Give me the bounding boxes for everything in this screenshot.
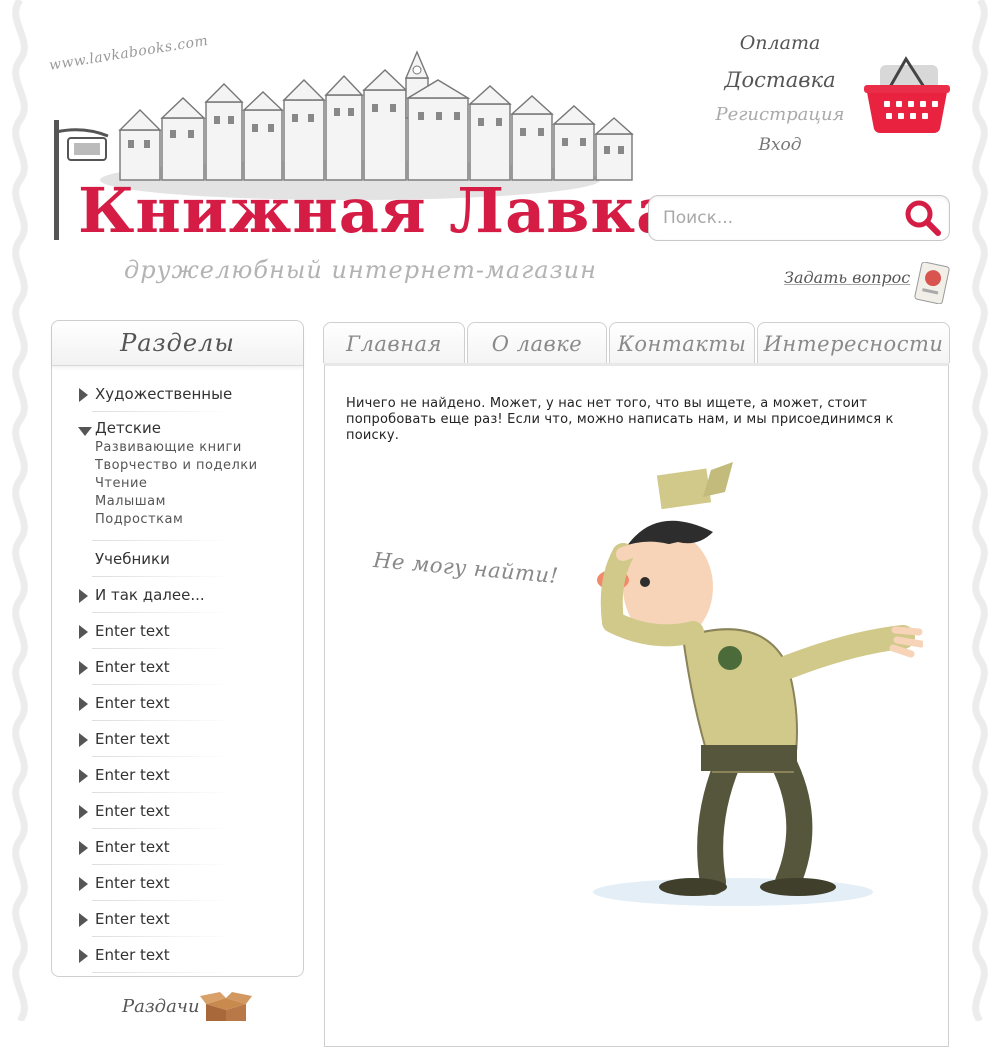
menu-item-label: Enter text <box>95 622 170 640</box>
payment-link[interactable]: Оплата <box>700 32 860 54</box>
submenu-item[interactable]: Творчество и поделки <box>95 457 303 475</box>
menu-item-etc[interactable]: И так далее... <box>52 577 303 613</box>
tab-interesting[interactable]: Интересности <box>757 322 950 363</box>
arrow-right-icon <box>79 661 88 675</box>
question-card-icon[interactable] <box>912 262 952 304</box>
arrow-right-icon <box>79 805 88 819</box>
menu-item[interactable]: Enter text <box>52 685 303 721</box>
right-border-ornament <box>972 0 988 1021</box>
not-found-message: Ничего не найдено. Может, у нас нет того… <box>346 396 894 443</box>
site-tagline: дружелюбный интернет-магазин <box>124 256 597 284</box>
menu-item[interactable]: Enter text <box>52 613 303 649</box>
children-submenu: Развивающие книги Творчество и поделки Ч… <box>95 439 303 529</box>
sidebar-header: Разделы <box>52 321 303 366</box>
menu-item[interactable]: Enter text <box>52 793 303 829</box>
sections-sidebar: Разделы Художественные Детские Развивающ… <box>51 320 304 977</box>
site-logo[interactable]: Книжная Лавка <box>78 176 677 246</box>
left-border-ornament <box>12 0 28 1021</box>
submenu-item[interactable]: Подросткам <box>95 511 303 529</box>
main-tabs: Главная О лавке Контакты Интересности <box>323 322 950 364</box>
search-box <box>648 195 950 241</box>
search-icon[interactable] <box>903 199 943 237</box>
menu-item-label: Enter text <box>95 766 170 784</box>
basket-icon[interactable] <box>862 55 952 135</box>
menu-item-label: Учебники <box>95 550 170 568</box>
menu-item-fiction[interactable]: Художественные <box>52 376 303 412</box>
menu-item-label: Enter text <box>95 694 170 712</box>
arrow-right-icon <box>79 388 88 402</box>
menu-item[interactable]: Enter text <box>52 901 303 937</box>
arrow-right-icon <box>79 877 88 891</box>
ask-question-link[interactable]: Задать вопрос <box>784 268 910 287</box>
menu-item[interactable]: Enter text <box>52 829 303 865</box>
arrow-right-icon <box>79 697 88 711</box>
menu-item-label: Enter text <box>95 802 170 820</box>
menu-item-label: Enter text <box>95 874 170 892</box>
menu-item[interactable]: Enter text <box>52 937 303 973</box>
menu-item-label: Enter text <box>95 730 170 748</box>
tab-contacts[interactable]: Контакты <box>609 322 755 363</box>
submenu-item[interactable]: Чтение <box>95 475 303 493</box>
menu-item-label: Детские <box>95 419 161 437</box>
box-icon[interactable] <box>198 992 252 1021</box>
tab-about[interactable]: О лавке <box>467 322 607 363</box>
menu-item-label: Enter text <box>95 838 170 856</box>
menu-item[interactable]: Enter text <box>52 721 303 757</box>
searching-guard-illustration <box>593 462 923 906</box>
search-input[interactable] <box>661 204 895 232</box>
tab-home[interactable]: Главная <box>323 322 465 363</box>
handouts-link[interactable]: Раздачи <box>122 996 200 1017</box>
arrow-down-icon <box>78 427 92 436</box>
submenu-item[interactable]: Развивающие книги <box>95 439 303 457</box>
menu-item[interactable]: Enter text <box>52 757 303 793</box>
menu-item-textbooks[interactable]: Учебники <box>52 541 303 577</box>
sections-menu: Художественные Детские Развивающие книги… <box>52 376 303 973</box>
menu-item[interactable]: Enter text <box>52 649 303 685</box>
main-content: Ничего не найдено. Может, у нас нет того… <box>324 363 949 1047</box>
delivery-link[interactable]: Доставка <box>700 68 860 92</box>
register-link[interactable]: Регистрация <box>700 104 860 125</box>
submenu-item[interactable]: Малышам <box>95 493 303 511</box>
menu-item-label: Enter text <box>95 910 170 928</box>
arrow-right-icon <box>79 841 88 855</box>
arrow-right-icon <box>79 949 88 963</box>
menu-item-label: Художественные <box>95 385 233 403</box>
top-navigation: Оплата Доставка Регистрация Вход <box>700 32 860 155</box>
arrow-right-icon <box>79 589 88 603</box>
illustration-caption: Не могу найти! <box>372 547 560 589</box>
arrow-right-icon <box>79 913 88 927</box>
menu-item-label: Enter text <box>95 946 170 964</box>
menu-item-children[interactable]: Детские Развивающие книги Творчество и п… <box>52 412 303 541</box>
sidebar-title: Разделы <box>120 329 235 357</box>
arrow-right-icon <box>79 769 88 783</box>
menu-item-label: Enter text <box>95 658 170 676</box>
menu-item[interactable]: Enter text <box>52 865 303 901</box>
arrow-right-icon <box>79 625 88 639</box>
menu-item-label: И так далее... <box>95 586 205 604</box>
login-link[interactable]: Вход <box>700 135 860 155</box>
arrow-right-icon <box>79 733 88 747</box>
